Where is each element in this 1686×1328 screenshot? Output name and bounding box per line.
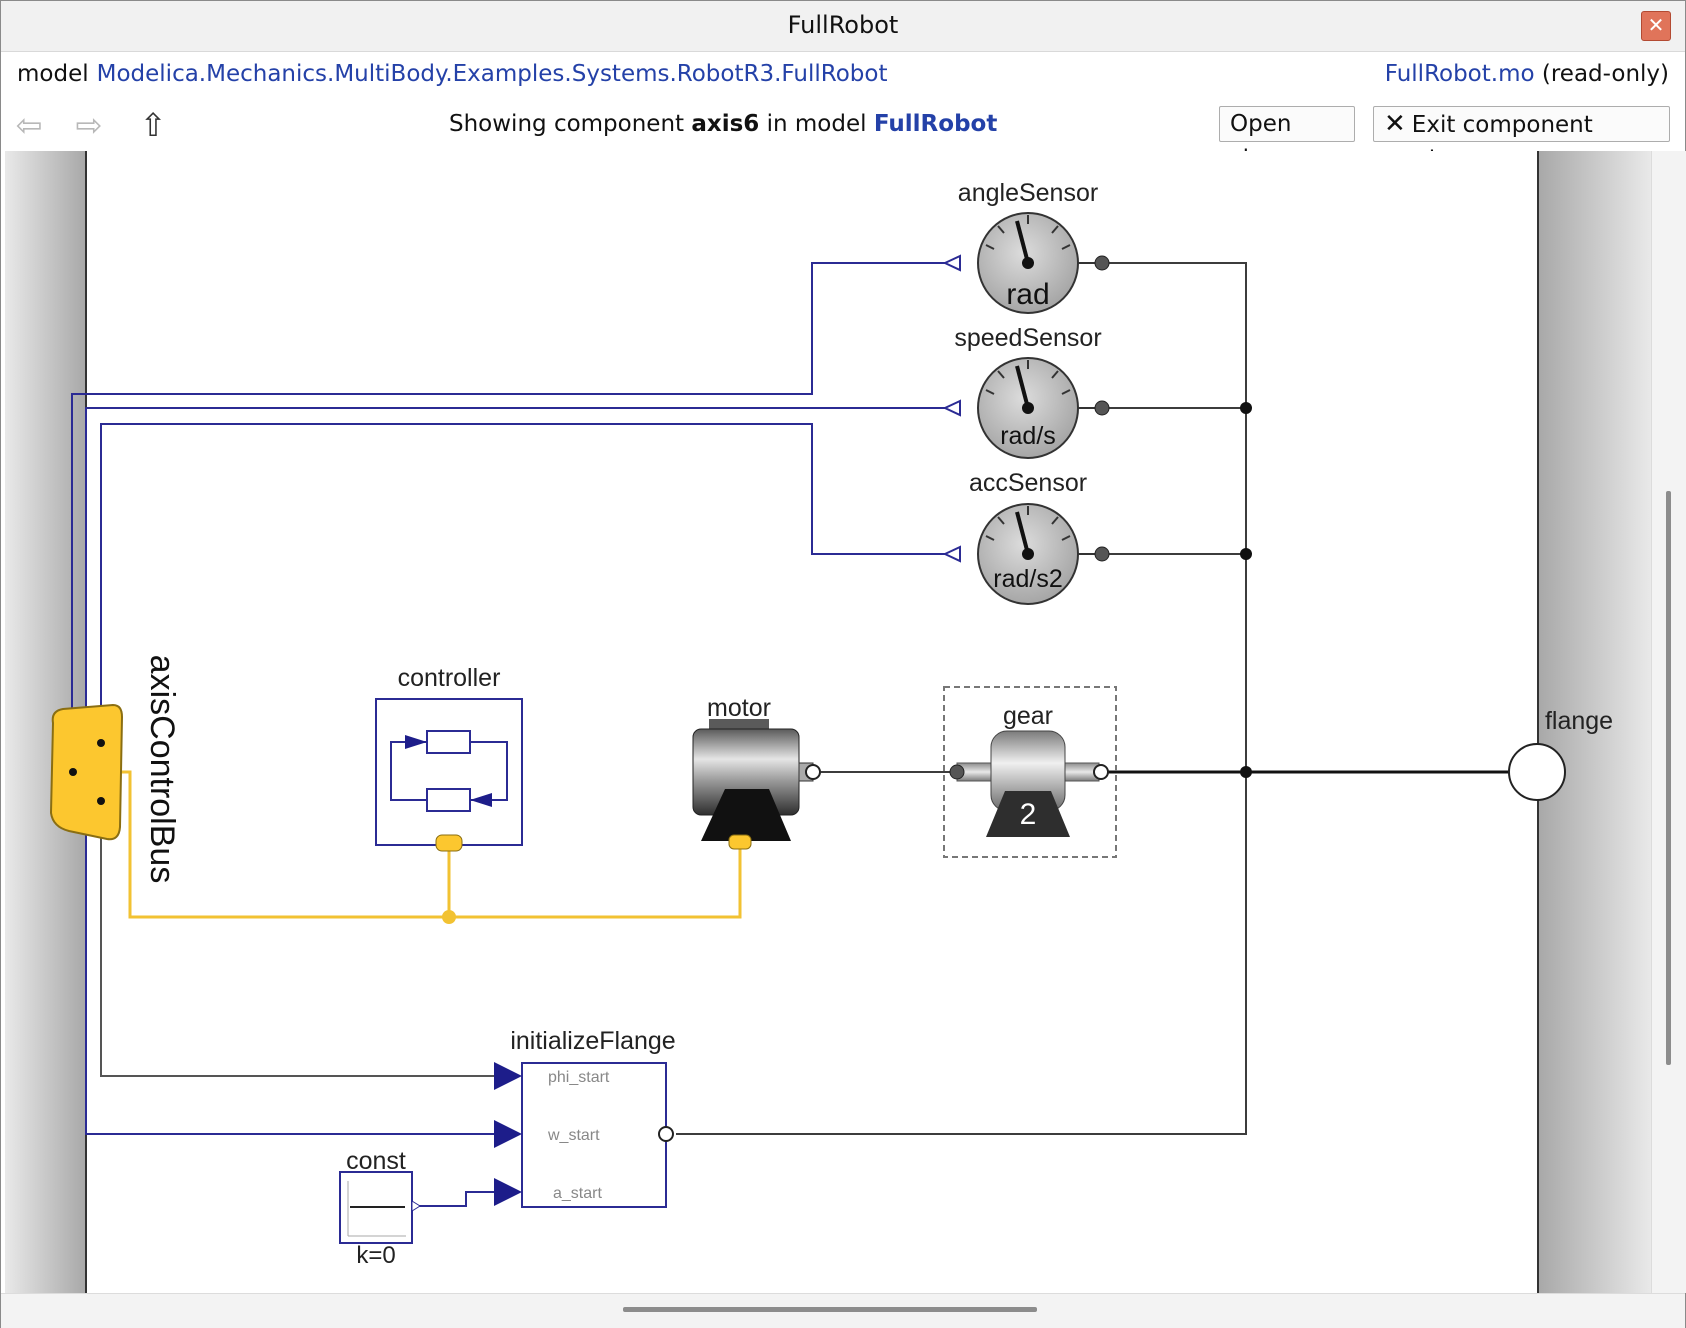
arrow-right-icon[interactable]: ⇨ [69,107,109,145]
diagram-svg: axisControlBus angleSensor rad speedSens… [5,151,1651,1293]
arrow-left-icon[interactable]: ⇦ [9,107,49,145]
bus-junction-dot [442,910,456,924]
port-a-start: a_start [553,1185,602,1202]
acc-sensor-label: accSensor [969,469,1087,497]
class-path-link[interactable]: Modelica.Mechanics.MultiBody.Examples.Sy… [97,61,888,87]
status-prefix: Showing component [449,111,685,137]
initialize-flange-block[interactable]: initializeFlange phi_start w_start a_sta… [494,1027,676,1208]
speed-sensor-unit: rad/s [1000,422,1056,450]
class-kind-label: model [17,61,89,87]
file-status: (read-only) [1541,61,1669,87]
file-link[interactable]: FullRobot.mo [1385,61,1535,87]
port-phi-start: phi_start [548,1069,610,1086]
diagram-canvas[interactable]: axisControlBus angleSensor rad speedSens… [1,151,1686,1293]
window-title: FullRobot [787,11,899,39]
motor-label: motor [707,694,771,722]
axis-control-bus-label: axisControlBus [143,655,181,884]
angle-sensor-label: angleSensor [958,179,1098,207]
horizontal-scroll-thumb[interactable] [623,1307,1037,1312]
class-path-bar: model Modelica.Mechanics.MultiBody.Exampl… [1,52,1685,100]
sensor-output-arrows [942,254,961,563]
navigation-bar: ⇦ ⇨ ⇧ Showing component axis6 in model F… [1,101,1685,173]
speed-sensor-label: speedSensor [954,324,1101,352]
close-icon[interactable]: ✕ [1641,11,1671,41]
vertical-scroll-thumb[interactable] [1666,491,1671,1065]
gear-block[interactable]: gear 2 [943,686,1117,858]
vertical-scrollbar[interactable] [1651,151,1686,1293]
const-parameter: k=0 [356,1242,395,1269]
initialize-flange-label: initializeFlange [510,1027,675,1055]
angle-sensor[interactable]: angleSensor rad [958,179,1110,314]
acc-sensor[interactable]: accSensor rad/s2 [969,469,1110,605]
gear-ratio: 2 [1020,798,1037,831]
title-bar: FullRobot ✕ [1,1,1685,52]
motor-block[interactable]: motor [692,694,821,850]
angle-sensor-unit: rad [1006,278,1049,311]
application-window: FullRobot ✕ model Modelica.Mechanics.Mult… [0,0,1686,1328]
status-middle: in model [766,111,867,137]
acc-sensor-unit: rad/s2 [993,565,1062,593]
open-class-button[interactable]: Open class [1219,106,1355,172]
const-label: const [346,1147,406,1175]
controller-block[interactable]: controller [375,664,523,852]
exit-component-mode-button[interactable]: ✕Exit component mode [1373,106,1670,173]
horizontal-scrollbar[interactable] [1,1293,1685,1328]
const-block[interactable]: const k=0 [339,1147,421,1269]
arrow-up-icon[interactable]: ⇧ [133,107,173,145]
close-x-icon: ✕ [1384,109,1406,139]
component-status: Showing component axis6 in model FullRob… [449,111,997,137]
port-w-start: w_start [547,1127,600,1144]
axis-control-bus-connector[interactable] [49,703,124,841]
gear-label: gear [1003,702,1053,730]
flange-label: flange [1545,707,1613,735]
controller-label: controller [398,664,501,692]
speed-sensor[interactable]: speedSensor rad/s [954,324,1110,459]
status-model-link[interactable]: FullRobot [874,111,997,137]
status-component: axis6 [691,111,760,137]
